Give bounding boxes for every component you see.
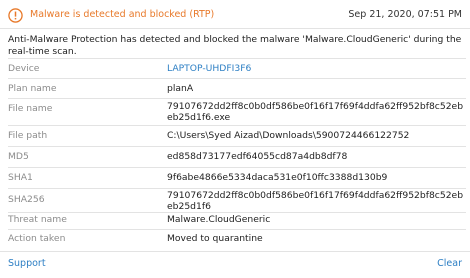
alert-timestamp: Sep 21, 2020, 07:51 PM — [348, 9, 462, 20]
row-divider — [8, 188, 466, 189]
detail-value: Moved to quarantine — [167, 233, 263, 244]
detail-value: ed858d73177edf64055cd87a4db8df78 — [167, 151, 348, 162]
row-divider — [8, 167, 466, 168]
alert-title: Malware is detected and blocked (RTP) — [30, 9, 215, 20]
detail-label: Device — [8, 63, 40, 74]
detail-label: File path — [8, 130, 48, 141]
detail-label: Action taken — [8, 233, 66, 244]
alert-description: Anti-Malware Protection has detected and… — [8, 34, 462, 57]
notification-header: Malware is detected and blocked (RTP) Se… — [0, 0, 470, 30]
detail-label: SHA256 — [8, 194, 45, 205]
detail-value: 9f6abe4866e5334daca531e0f10ffc3388d130b9 — [167, 172, 388, 183]
clear-button[interactable]: Clear — [437, 258, 462, 269]
row-divider — [8, 98, 466, 99]
row-divider — [8, 146, 466, 147]
detail-label: File name — [8, 103, 53, 114]
row-divider — [8, 78, 466, 79]
detail-value: Malware.CloudGeneric — [167, 214, 271, 225]
header-divider — [0, 28, 470, 29]
row-divider — [8, 212, 466, 213]
detail-label: Plan name — [8, 83, 57, 94]
row-divider — [8, 125, 466, 126]
detail-value: C:\Users\Syed Aizad\Downloads\5900724466… — [167, 130, 410, 141]
warning-circle-icon — [8, 8, 23, 23]
detail-label: MD5 — [8, 151, 29, 162]
description-divider — [8, 58, 466, 59]
device-link[interactable]: LAPTOP-UHDFI3F6 — [167, 63, 467, 74]
detail-value: 79107672dd2ff8c0b0df586be0f16f17f69f4ddf… — [167, 101, 464, 123]
detail-value: 79107672dd2ff8c0b0df586be0f16f17f69f4ddf… — [167, 190, 464, 212]
footer-divider — [0, 251, 470, 252]
detail-label: SHA1 — [8, 172, 33, 183]
detail-label: Threat name — [8, 214, 67, 225]
row-divider — [8, 229, 466, 230]
support-link[interactable]: Support — [8, 258, 46, 269]
detail-value: planA — [167, 83, 194, 94]
